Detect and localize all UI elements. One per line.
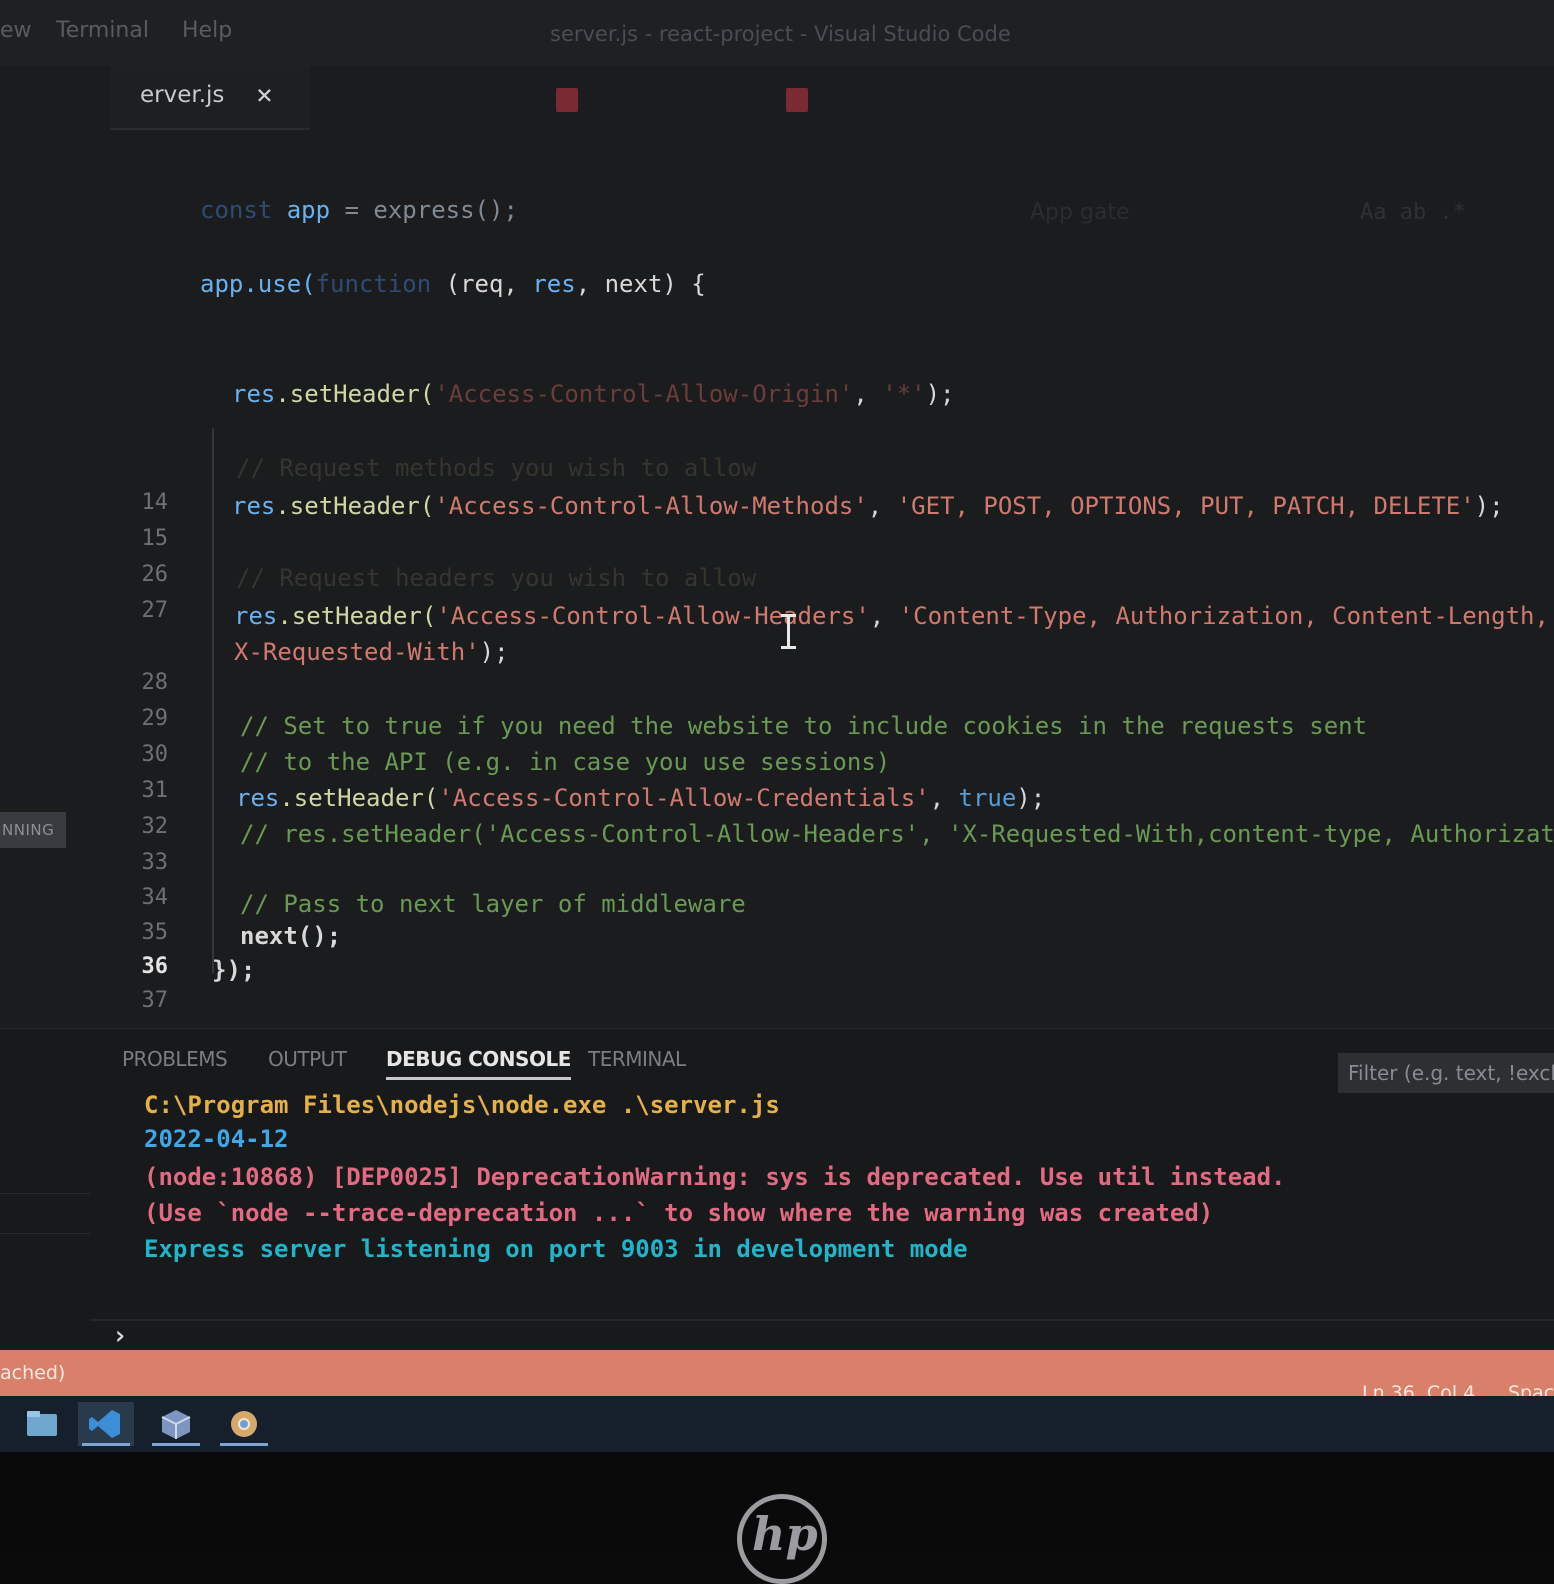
divider <box>0 1193 90 1194</box>
line-number: 31 <box>141 778 169 803</box>
tab-server-js[interactable]: erver.js × <box>110 66 310 130</box>
console-line: Express server listening on port 9003 in… <box>144 1235 968 1263</box>
line-number: 29 <box>141 706 169 731</box>
status-left-text[interactable]: ached) <box>0 1362 65 1384</box>
console-prompt-icon[interactable]: › <box>112 1321 128 1351</box>
divider <box>0 1233 90 1234</box>
hp-logo: hp <box>737 1494 827 1584</box>
brand-text: hp <box>752 1507 818 1561</box>
line-number-gutter: 14 15 26 27 28 29 30 31 32 33 34 35 36 3… <box>0 128 185 1028</box>
find-widget-label[interactable]: App gate <box>1030 200 1130 225</box>
window-title: server.js - react-project - Visual Studi… <box>550 22 1011 46</box>
console-line: C:\Program Files\nodejs\node.exe .\serve… <box>144 1091 780 1119</box>
text-cursor-icon <box>781 612 796 652</box>
menu-bar: ew Terminal Help server.js - react-proje… <box>0 0 1554 66</box>
monitor-screen: ew Terminal Help server.js - react-proje… <box>0 0 1554 1452</box>
console-warning-line: (node:10868) [DEP0025] DeprecationWarnin… <box>144 1163 1286 1191</box>
tab-debug-console[interactable]: DEBUG CONSOLE <box>386 1047 571 1080</box>
code-line: res.setHeader('Access-Control-Allow-Head… <box>234 602 1549 630</box>
code-comment: // Set to true if you need the website t… <box>240 712 1368 740</box>
vscode-icon[interactable] <box>78 1402 134 1446</box>
code-comment: // Request headers you wish to allow <box>236 564 757 592</box>
line-number-current: 36 <box>141 954 169 979</box>
package-icon[interactable] <box>148 1402 204 1446</box>
code-line: next(); <box>240 922 342 950</box>
line-number: 15 <box>141 526 169 551</box>
taskbar <box>0 1396 1554 1452</box>
error-marker-icon <box>786 88 808 112</box>
line-number: 27 <box>141 598 169 623</box>
tab-terminal[interactable]: TERMINAL <box>588 1047 686 1071</box>
tab-label: erver.js <box>140 82 225 108</box>
close-icon[interactable]: × <box>256 78 273 111</box>
menu-terminal[interactable]: Terminal <box>56 18 149 43</box>
code-line: res.setHeader('Access-Control-Allow-Orig… <box>232 380 955 408</box>
line-number: 28 <box>141 670 169 695</box>
code-comment: // Pass to next layer of middleware <box>240 890 746 918</box>
line-number: 33 <box>141 850 169 875</box>
running-badge: NNING <box>0 812 66 848</box>
divider <box>90 1319 1554 1321</box>
menu-view[interactable]: ew <box>0 18 32 43</box>
code-editor[interactable]: 14 15 26 27 28 29 30 31 32 33 34 35 36 3… <box>0 128 1554 1028</box>
indent-guide <box>212 428 214 973</box>
line-number: 32 <box>141 814 169 839</box>
code-comment: // to the API (e.g. in case you use sess… <box>240 748 891 776</box>
menu-help[interactable]: Help <box>182 18 232 43</box>
line-number: 30 <box>141 742 169 767</box>
code-line-continuation: X-Requested-With'); <box>234 638 509 666</box>
error-marker-icon <box>556 88 578 112</box>
console-warning-line: (Use `node --trace-deprecation ...` to s… <box>144 1199 1214 1227</box>
code-comment: // res.setHeader('Access-Control-Allow-H… <box>240 820 1554 848</box>
bottom-panel: PROBLEMS OUTPUT DEBUG CONSOLE TERMINAL F… <box>0 1028 1554 1351</box>
line-number: 34 <box>141 885 169 910</box>
tab-output[interactable]: OUTPUT <box>268 1047 347 1071</box>
code-comment: // Request methods you wish to allow <box>236 454 757 482</box>
widget-options-icon[interactable]: Aa ab .* <box>1360 200 1466 225</box>
code-line: res.setHeader('Access-Control-Allow-Cred… <box>236 784 1046 812</box>
code-line: app.use(function (req, res, next) { <box>200 270 706 298</box>
code-line: }); <box>212 956 256 984</box>
line-number: 14 <box>141 490 169 515</box>
editor-tab-bar: erver.js × <box>0 66 1554 130</box>
code-line: res.setHeader('Access-Control-Allow-Meth… <box>232 492 1504 520</box>
line-number: 37 <box>141 988 169 1013</box>
console-filter-input[interactable]: Filter (e.g. text, !exclude) <box>1338 1053 1554 1093</box>
line-number: 35 <box>141 920 169 945</box>
code-line: const app = express(); <box>200 196 518 224</box>
file-explorer-icon[interactable] <box>14 1402 70 1446</box>
status-bar: ached) Ln 36, Col 4 Spac <box>0 1350 1554 1404</box>
console-line: 2022-04-12 <box>144 1125 289 1153</box>
line-number: 26 <box>141 562 169 587</box>
tab-problems[interactable]: PROBLEMS <box>122 1047 228 1071</box>
chrome-icon[interactable] <box>216 1402 272 1446</box>
